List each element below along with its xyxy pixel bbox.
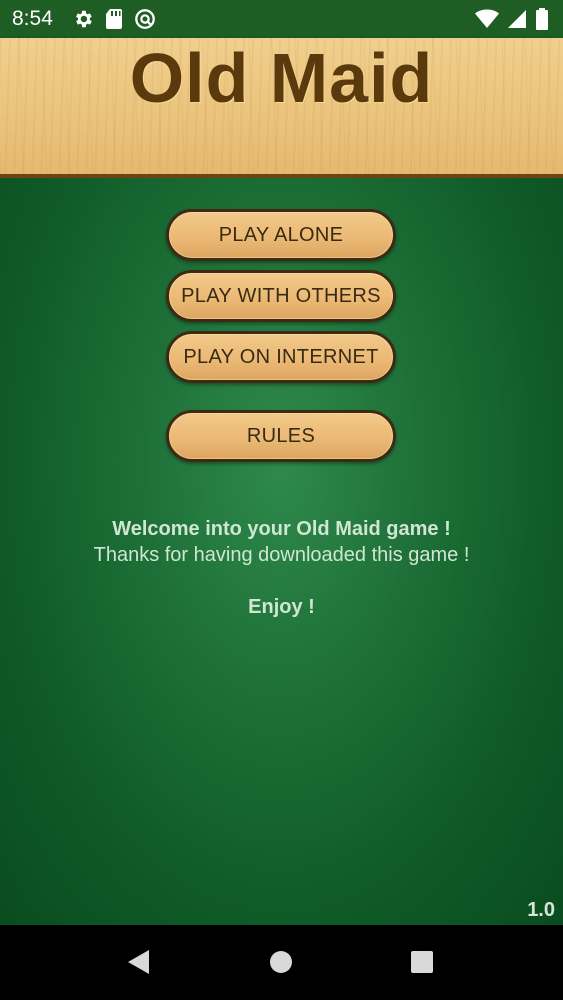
page-title: Old Maid [129, 39, 434, 117]
status-icons-left [72, 8, 156, 30]
no-disturb-icon [135, 9, 155, 29]
sd-card-icon [106, 9, 122, 29]
welcome-line: Welcome into your Old Maid game ! [112, 518, 451, 540]
thanks-line: Thanks for having downloaded this game ! [93, 544, 470, 566]
play-alone-button[interactable]: PLAY ALONE [166, 209, 396, 261]
play-on-internet-button[interactable]: PLAY ON INTERNET [166, 331, 396, 383]
home-icon[interactable] [269, 949, 293, 975]
wifi-icon [475, 9, 499, 28]
back-icon[interactable] [127, 949, 151, 975]
recents-icon[interactable] [410, 949, 434, 975]
welcome-message: Welcome into your Old Maid game ! Thanks… [0, 516, 563, 620]
version-label: 1.0 [527, 899, 555, 921]
rules-button[interactable]: RULES [166, 410, 396, 462]
signal-icon [508, 10, 526, 28]
status-bar: 8:54 [0, 0, 563, 38]
play-with-others-button[interactable]: PLAY WITH OTHERS [166, 270, 396, 322]
gear-icon [76, 10, 92, 28]
navigation-bar [0, 925, 563, 1000]
status-icons-right [475, 8, 549, 30]
battery-icon [536, 8, 548, 30]
status-time: 8:54 [12, 7, 53, 30]
enjoy-line: Enjoy ! [248, 596, 315, 618]
